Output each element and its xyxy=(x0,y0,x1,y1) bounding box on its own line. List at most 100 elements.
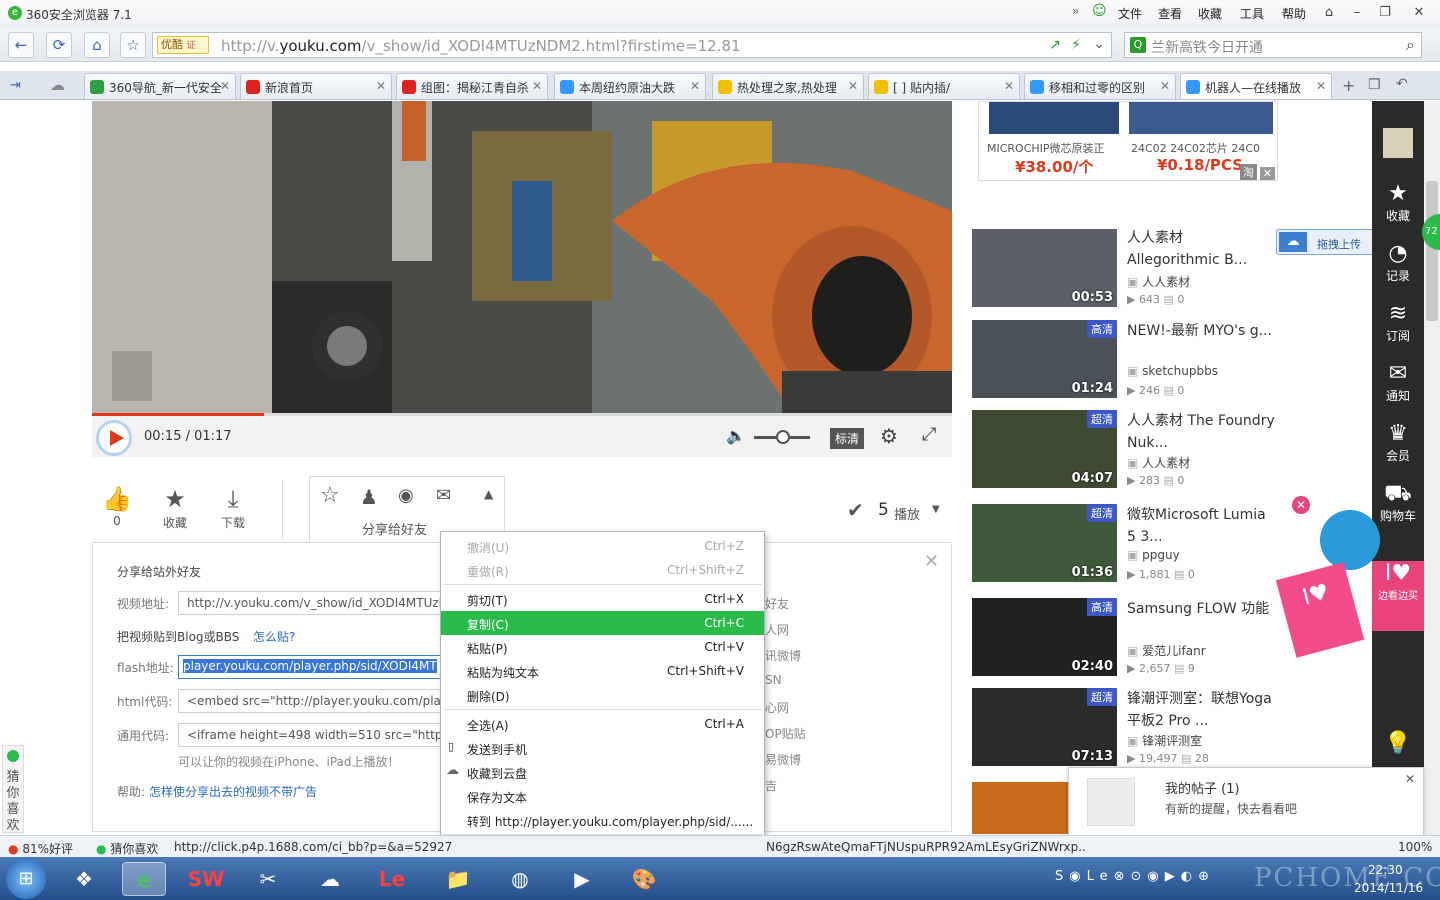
lightning-icon[interactable]: ⚡ xyxy=(1071,37,1081,53)
more-icon[interactable]: » xyxy=(1072,4,1079,18)
wechat-icon[interactable]: ✉ xyxy=(436,485,451,506)
taskbar-paint-icon[interactable]: 🎨 xyxy=(622,862,666,896)
video-author[interactable]: ▣ 人人素材 xyxy=(1127,273,1190,290)
menu-favorites[interactable]: 收藏 xyxy=(1198,5,1222,22)
video-title[interactable]: 锋潮评测室：联想Yoga 平板2 Pro ... xyxy=(1127,688,1277,732)
cloud-icon[interactable]: ☁ xyxy=(50,76,65,94)
share-site-8[interactable]: 吉 xyxy=(765,777,777,794)
context-menu-item[interactable]: 剪切(T) Ctrl+X xyxy=(441,587,764,611)
video-title[interactable]: 人人素材 The Foundry Nuk... xyxy=(1127,410,1277,454)
video-title[interactable]: NEW!-最新 MYO's g... xyxy=(1127,320,1277,342)
context-menu-item[interactable]: 删除(D) xyxy=(441,683,764,707)
video-thumbnail[interactable]: 超清 04:07 xyxy=(972,410,1117,488)
search-icon[interactable]: ⌕ xyxy=(1406,35,1415,55)
ad-item2-name[interactable]: 24C02 24C02芯片 24C0 xyxy=(1131,140,1260,156)
zoom-level[interactable]: 100% xyxy=(1398,840,1432,854)
tab-4[interactable]: 本周纽约原油大跌 ✕ xyxy=(554,73,706,99)
menu-file[interactable]: 文件 xyxy=(1118,5,1142,22)
video-author[interactable]: ▣ 爱范儿ifanr xyxy=(1127,642,1206,659)
close-button[interactable]: ✕ xyxy=(1408,3,1430,23)
tab-7[interactable]: 移相和过零的区别 ✕ xyxy=(1024,73,1176,99)
plays-dropdown-icon[interactable]: ▼ xyxy=(932,504,940,515)
sidebar-item-favorites[interactable]: ★ 收藏 xyxy=(1372,181,1424,224)
tab-close-icon[interactable]: ✕ xyxy=(1316,79,1326,93)
download-button[interactable]: ⤓ 下载 xyxy=(208,484,258,531)
menu-view[interactable]: 查看 xyxy=(1158,5,1182,22)
taskbar-player-icon[interactable]: ▶ xyxy=(560,862,604,896)
context-menu-item[interactable]: 复制(C) Ctrl+C xyxy=(441,611,764,635)
scrollbar-thumb[interactable] xyxy=(1426,181,1438,321)
tab-list-icon[interactable]: ❐ xyxy=(1368,77,1381,93)
play-button[interactable] xyxy=(96,420,132,456)
tray-icons[interactable]: S◉Le⊗⊙◉▶◐⊕ xyxy=(1055,869,1215,884)
taskbar-letv-icon[interactable]: Le xyxy=(370,862,414,896)
qq-icon[interactable]: ♟ xyxy=(360,485,378,509)
video-author[interactable]: ▣ 人人素材 xyxy=(1127,454,1190,471)
url-text[interactable]: http://v.youku.com/v_show/id_XODI4MTUzND… xyxy=(221,37,741,55)
taskbar-chrome-icon[interactable]: ◍ xyxy=(498,862,542,896)
tab-close-icon[interactable]: ✕ xyxy=(1160,79,1170,93)
video-author[interactable]: ▣ sketchupbbs xyxy=(1127,364,1218,378)
video-title[interactable]: 微软Microsoft Lumia 5 3... xyxy=(1127,504,1277,548)
clock-date[interactable]: 2014/11/16 xyxy=(1354,881,1423,895)
fullscreen-icon[interactable]: ⤢ xyxy=(922,424,936,445)
generic-field[interactable]: <iframe height=498 width=510 src="http:/… xyxy=(178,723,458,747)
sidebar-item-shop[interactable]: I♥ 边看边买 xyxy=(1372,561,1424,631)
taskbar-colorful-icon[interactable]: ❖ xyxy=(62,862,106,896)
video-title[interactable]: 人人素材 Allegorithmic B... xyxy=(1127,227,1277,271)
guess-side-tab[interactable]: 猜你喜欢 xyxy=(2,745,24,833)
context-menu-item[interactable]: ☁ 收藏到云盘 xyxy=(441,760,764,784)
avatar[interactable] xyxy=(1383,128,1413,158)
video-thumbnail[interactable]: 高清 02:40 xyxy=(972,598,1117,676)
video-list-item[interactable]: 超清 07:13 锋潮评测室：联想Yoga 平板2 Pro ... ▣ 锋潮评测室 ▶ … xyxy=(972,688,1372,772)
help-link[interactable]: 怎样使分享出去的视频不带广告 xyxy=(149,783,317,800)
video-author[interactable]: ▣ ppguy xyxy=(1127,548,1180,562)
taskbar-sw-icon[interactable]: SW xyxy=(184,862,228,896)
context-menu-item[interactable]: 粘贴(P) Ctrl+V xyxy=(441,635,764,659)
rating-text[interactable]: ● 81%好评 xyxy=(8,840,73,857)
share-site-3[interactable]: 讯微博 xyxy=(765,647,801,664)
tab-1[interactable]: 360导航_新一代安全 ✕ xyxy=(84,73,236,99)
mascot-close-icon[interactable]: ✕ xyxy=(1292,496,1310,514)
sidebar-item-cart[interactable]: ⛟ 购物车 xyxy=(1372,481,1424,524)
ad-item1-name[interactable]: MICROCHIP微芯原装正 xyxy=(987,140,1105,156)
tab-3[interactable]: 组图：揭秘江青自杀 ✕ xyxy=(396,73,548,99)
refresh-button[interactable]: ⟳ xyxy=(46,32,72,58)
video-thumbnail[interactable]: 超清 01:36 xyxy=(972,504,1117,582)
share-site-1[interactable]: 好友 xyxy=(765,595,789,612)
context-menu-item[interactable]: ▯ 发送到手机 xyxy=(441,736,764,760)
taskbar-cloud-icon[interactable]: ☁ xyxy=(308,862,352,896)
progress-bar[interactable] xyxy=(92,413,264,416)
ad-close-icon[interactable]: ✕ xyxy=(1259,167,1275,180)
minimize-button[interactable]: – xyxy=(1346,3,1368,23)
undo-close-icon[interactable]: ↶ xyxy=(1396,76,1408,92)
tab-close-icon[interactable]: ✕ xyxy=(220,79,230,93)
ad-box[interactable]: MICROCHIP微芯原装正 ¥38.00/个 24C02 24C02芯片 24… xyxy=(978,101,1278,181)
search-input[interactable]: 兰新高铁今日开通 xyxy=(1151,37,1263,57)
quality-button[interactable]: 标清 xyxy=(830,428,865,449)
taskbar-360-browser-icon[interactable]: e xyxy=(122,862,166,896)
chevron-down-icon[interactable]: ⌄ xyxy=(1093,36,1105,52)
video-frame[interactable] xyxy=(92,101,952,413)
html-field[interactable]: <embed src="http://player.youku.com/play xyxy=(178,689,458,713)
how-link[interactable]: 怎么贴? xyxy=(253,628,295,645)
share-site-2[interactable]: 人网 xyxy=(765,621,789,638)
new-tab-button[interactable]: + xyxy=(1342,76,1355,95)
volume-knob[interactable] xyxy=(776,430,790,444)
tab-close-icon[interactable]: ✕ xyxy=(376,79,386,93)
sidebar-toggle-icon[interactable]: ⇥ xyxy=(10,78,21,93)
shopping-mascot[interactable]: ✕ I♥ xyxy=(1275,496,1380,660)
search-engine-icon[interactable]: Q xyxy=(1130,37,1146,53)
restore-button[interactable]: ❐ xyxy=(1374,3,1396,23)
lightbulb-icon[interactable]: 💡 xyxy=(1372,731,1424,757)
taskbar-scissors-icon[interactable]: ✂ xyxy=(246,862,290,896)
share-site-5[interactable]: 心网 xyxy=(765,699,789,716)
favorite-button[interactable]: ★ 收藏 xyxy=(150,484,200,531)
video-title[interactable]: Samsung FLOW 功能 xyxy=(1127,598,1277,620)
tab-close-icon[interactable]: ✕ xyxy=(690,79,700,93)
menu-help[interactable]: 帮助 xyxy=(1282,5,1306,22)
notify-close-icon[interactable]: ✕ xyxy=(1405,772,1415,786)
clock-time[interactable]: 22:30 xyxy=(1368,863,1403,877)
notification-popup[interactable]: 我的帖子 (1) 有新的提醒，快去看看吧 ✕ xyxy=(1068,767,1424,837)
context-menu-item[interactable]: 全选(A) Ctrl+A xyxy=(441,712,764,736)
